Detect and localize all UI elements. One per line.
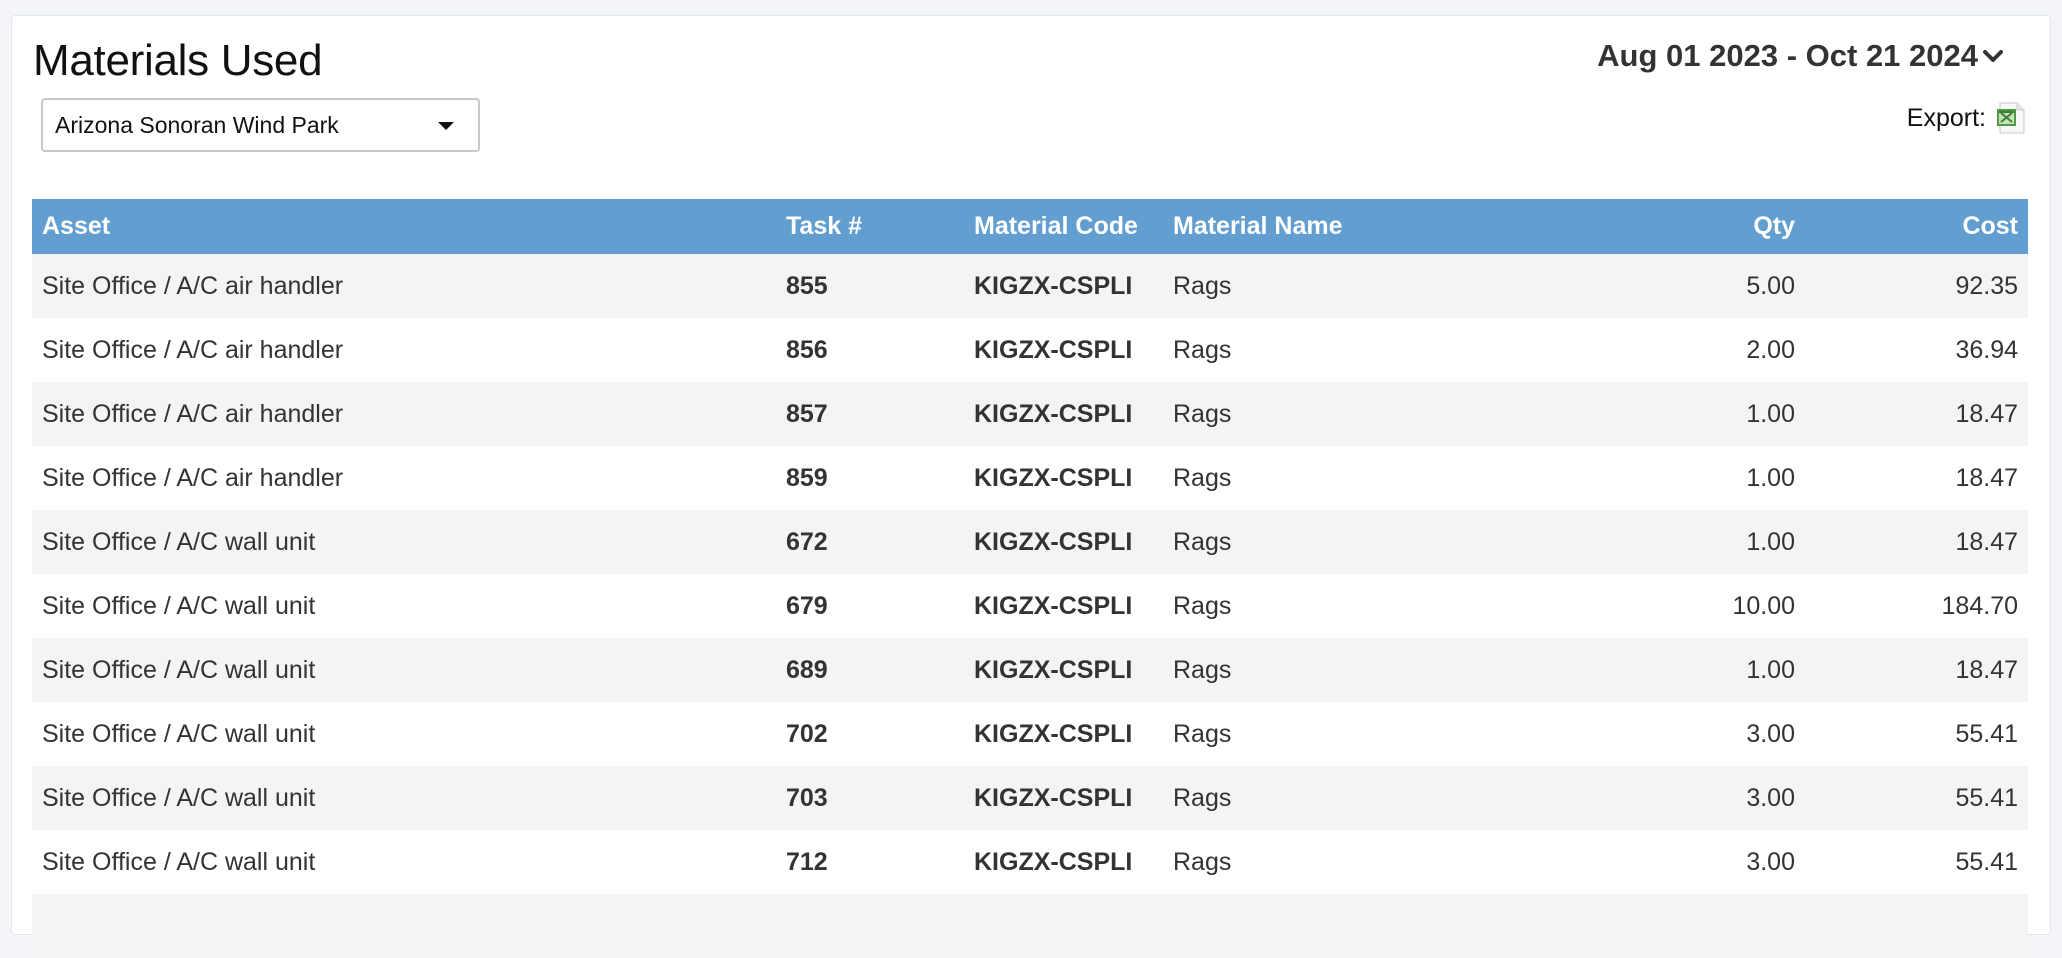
- table-header-row: Asset Task # Material Code Material Name…: [32, 199, 2028, 254]
- qty-cell: 1.00: [1746, 399, 1795, 428]
- qty-cell: 3.00: [1746, 847, 1795, 876]
- table-row[interactable]: Site Office / A/C air handler 857 KIGZX-CS…: [32, 382, 2028, 446]
- material-name-cell: Rags: [1173, 399, 1232, 428]
- material-name-cell: Rags: [1173, 655, 1232, 684]
- material-code-cell: [964, 894, 1163, 958]
- table-row[interactable]: Site Office / A/C wall unit 712 KIGZX-CSPL…: [32, 830, 2028, 894]
- site-select-value: Arizona Sonoran Wind Park: [55, 111, 339, 138]
- material-code-cell: KIGZX-CSPLI: [974, 719, 1133, 748]
- asset-cell: Site Office / A/C wall unit: [42, 655, 316, 684]
- qty-cell: 1.00: [1746, 655, 1795, 684]
- qty-cell: 5.00: [1746, 271, 1795, 300]
- material-name-cell: Rags: [1173, 271, 1232, 300]
- cost-cell: 18.47: [1955, 463, 2018, 492]
- cost-cell: 36.94: [1955, 335, 2018, 364]
- material-code-cell: KIGZX-CSPLI: [974, 847, 1133, 876]
- report-panel: Materials Used Arizona Sonoran Wind Park…: [11, 15, 2051, 958]
- table-row[interactable]: Site Office / A/C wall unit 689 KIGZX-CSPL…: [32, 638, 2028, 702]
- material-code-cell: KIGZX-CSPLI: [974, 335, 1133, 364]
- date-range-label: Aug 01 2023 - Oct 21 2024: [1597, 38, 1978, 73]
- asset-cell: Site Office / A/C air handler: [42, 271, 344, 300]
- asset-cell: Site Office / A/C air handler: [42, 399, 344, 428]
- column-header-cost[interactable]: Cost: [1805, 199, 2028, 254]
- asset-cell: Site Office / A/C wall unit: [42, 527, 316, 556]
- column-header-task[interactable]: Task #: [776, 199, 964, 254]
- material-code-cell: KIGZX-CSPLI: [974, 399, 1133, 428]
- table-row[interactable]: Site Office / A/C wall unit 702 KIGZX-CSPL…: [32, 702, 2028, 766]
- material-code-cell: KIGZX-CSPLI: [974, 783, 1133, 812]
- asset-cell: [32, 894, 776, 958]
- asset-cell: Site Office / A/C air handler: [42, 463, 344, 492]
- qty-cell: 3.00: [1746, 719, 1795, 748]
- material-name-cell: Rags: [1173, 527, 1232, 556]
- material-code-cell: KIGZX-CSPLI: [974, 527, 1133, 556]
- cost-cell: 55.41: [1955, 719, 2018, 748]
- material-name-cell: Rags: [1173, 463, 1232, 492]
- asset-cell: Site Office / A/C wall unit: [42, 719, 316, 748]
- material-code-cell: KIGZX-CSPLI: [974, 591, 1133, 620]
- asset-cell: Site Office / A/C air handler: [42, 335, 344, 364]
- column-header-material-code[interactable]: Material Code: [964, 199, 1163, 254]
- cost-cell: 184.70: [1941, 591, 2018, 620]
- site-select[interactable]: Arizona Sonoran Wind Park: [41, 98, 480, 152]
- table-row[interactable]: Site Office / A/C wall unit 703 KIGZX-CSPL…: [32, 766, 2028, 830]
- cost-cell: 55.41: [1955, 783, 2018, 812]
- task-number-cell: 712: [786, 847, 828, 876]
- cost-cell: 18.47: [1955, 527, 2018, 556]
- table-row[interactable]: Site Office / A/C air handler 856 KIGZX-CS…: [32, 318, 2028, 382]
- column-header-asset[interactable]: Asset: [32, 199, 776, 254]
- material-name-cell: Rags: [1173, 591, 1232, 620]
- task-number-cell: 689: [786, 655, 828, 684]
- asset-cell: Site Office / A/C wall unit: [42, 847, 316, 876]
- material-name-cell: [1163, 894, 1583, 958]
- material-code-cell: KIGZX-CSPLI: [974, 463, 1133, 492]
- qty-cell: 10.00: [1732, 591, 1795, 620]
- column-header-qty[interactable]: Qty: [1583, 199, 1805, 254]
- cost-cell: 92.35: [1955, 271, 2018, 300]
- qty-cell: 1.00: [1746, 463, 1795, 492]
- cost-cell: [1805, 894, 2028, 958]
- task-number-cell: 679: [786, 591, 828, 620]
- table-row[interactable]: Site Office / A/C wall unit 679 KIGZX-CSPL…: [32, 574, 2028, 638]
- qty-cell: 2.00: [1746, 335, 1795, 364]
- table-row[interactable]: [32, 894, 2028, 958]
- table-row[interactable]: Site Office / A/C air handler 855 KIGZX-CS…: [32, 254, 2028, 318]
- date-range-picker[interactable]: Aug 01 2023 - Oct 21 2024: [1597, 38, 2004, 74]
- material-code-cell: KIGZX-CSPLI: [974, 271, 1133, 300]
- materials-table: Asset Task # Material Code Material Name…: [32, 199, 2028, 958]
- caret-down-icon: [438, 122, 454, 130]
- material-name-cell: Rags: [1173, 783, 1232, 812]
- material-name-cell: Rags: [1173, 719, 1232, 748]
- qty-cell: 1.00: [1746, 527, 1795, 556]
- table-row[interactable]: Site Office / A/C wall unit 672 KIGZX-CSPL…: [32, 510, 2028, 574]
- task-number-cell: 856: [786, 335, 828, 364]
- table-row[interactable]: Site Office / A/C air handler 859 KIGZX-CS…: [32, 446, 2028, 510]
- material-name-cell: Rags: [1173, 335, 1232, 364]
- cost-cell: 18.47: [1955, 655, 2018, 684]
- cost-cell: 18.47: [1955, 399, 2018, 428]
- task-number-cell: 702: [786, 719, 828, 748]
- asset-cell: Site Office / A/C wall unit: [42, 783, 316, 812]
- task-number-cell: 672: [786, 527, 828, 556]
- material-code-cell: KIGZX-CSPLI: [974, 655, 1133, 684]
- task-number-cell: 855: [786, 271, 828, 300]
- task-number-cell: 703: [786, 783, 828, 812]
- column-header-material-name[interactable]: Material Name: [1163, 199, 1583, 254]
- chevron-down-icon: [1983, 50, 2003, 62]
- excel-file-icon[interactable]: [1996, 102, 2026, 134]
- export-label: Export:: [1906, 103, 1986, 132]
- qty-cell: [1583, 894, 1805, 958]
- task-number-cell: 857: [786, 399, 828, 428]
- task-number-cell: 859: [786, 463, 828, 492]
- table-body: Site Office / A/C air handler 855 KIGZX-CS…: [32, 254, 2028, 958]
- material-name-cell: Rags: [1173, 847, 1232, 876]
- qty-cell: 3.00: [1746, 783, 1795, 812]
- asset-cell: Site Office / A/C wall unit: [42, 591, 316, 620]
- cost-cell: 55.41: [1955, 847, 2018, 876]
- page-title: Materials Used: [33, 36, 323, 85]
- export-area: Export:: [1907, 102, 2026, 134]
- task-number-cell: [776, 894, 964, 958]
